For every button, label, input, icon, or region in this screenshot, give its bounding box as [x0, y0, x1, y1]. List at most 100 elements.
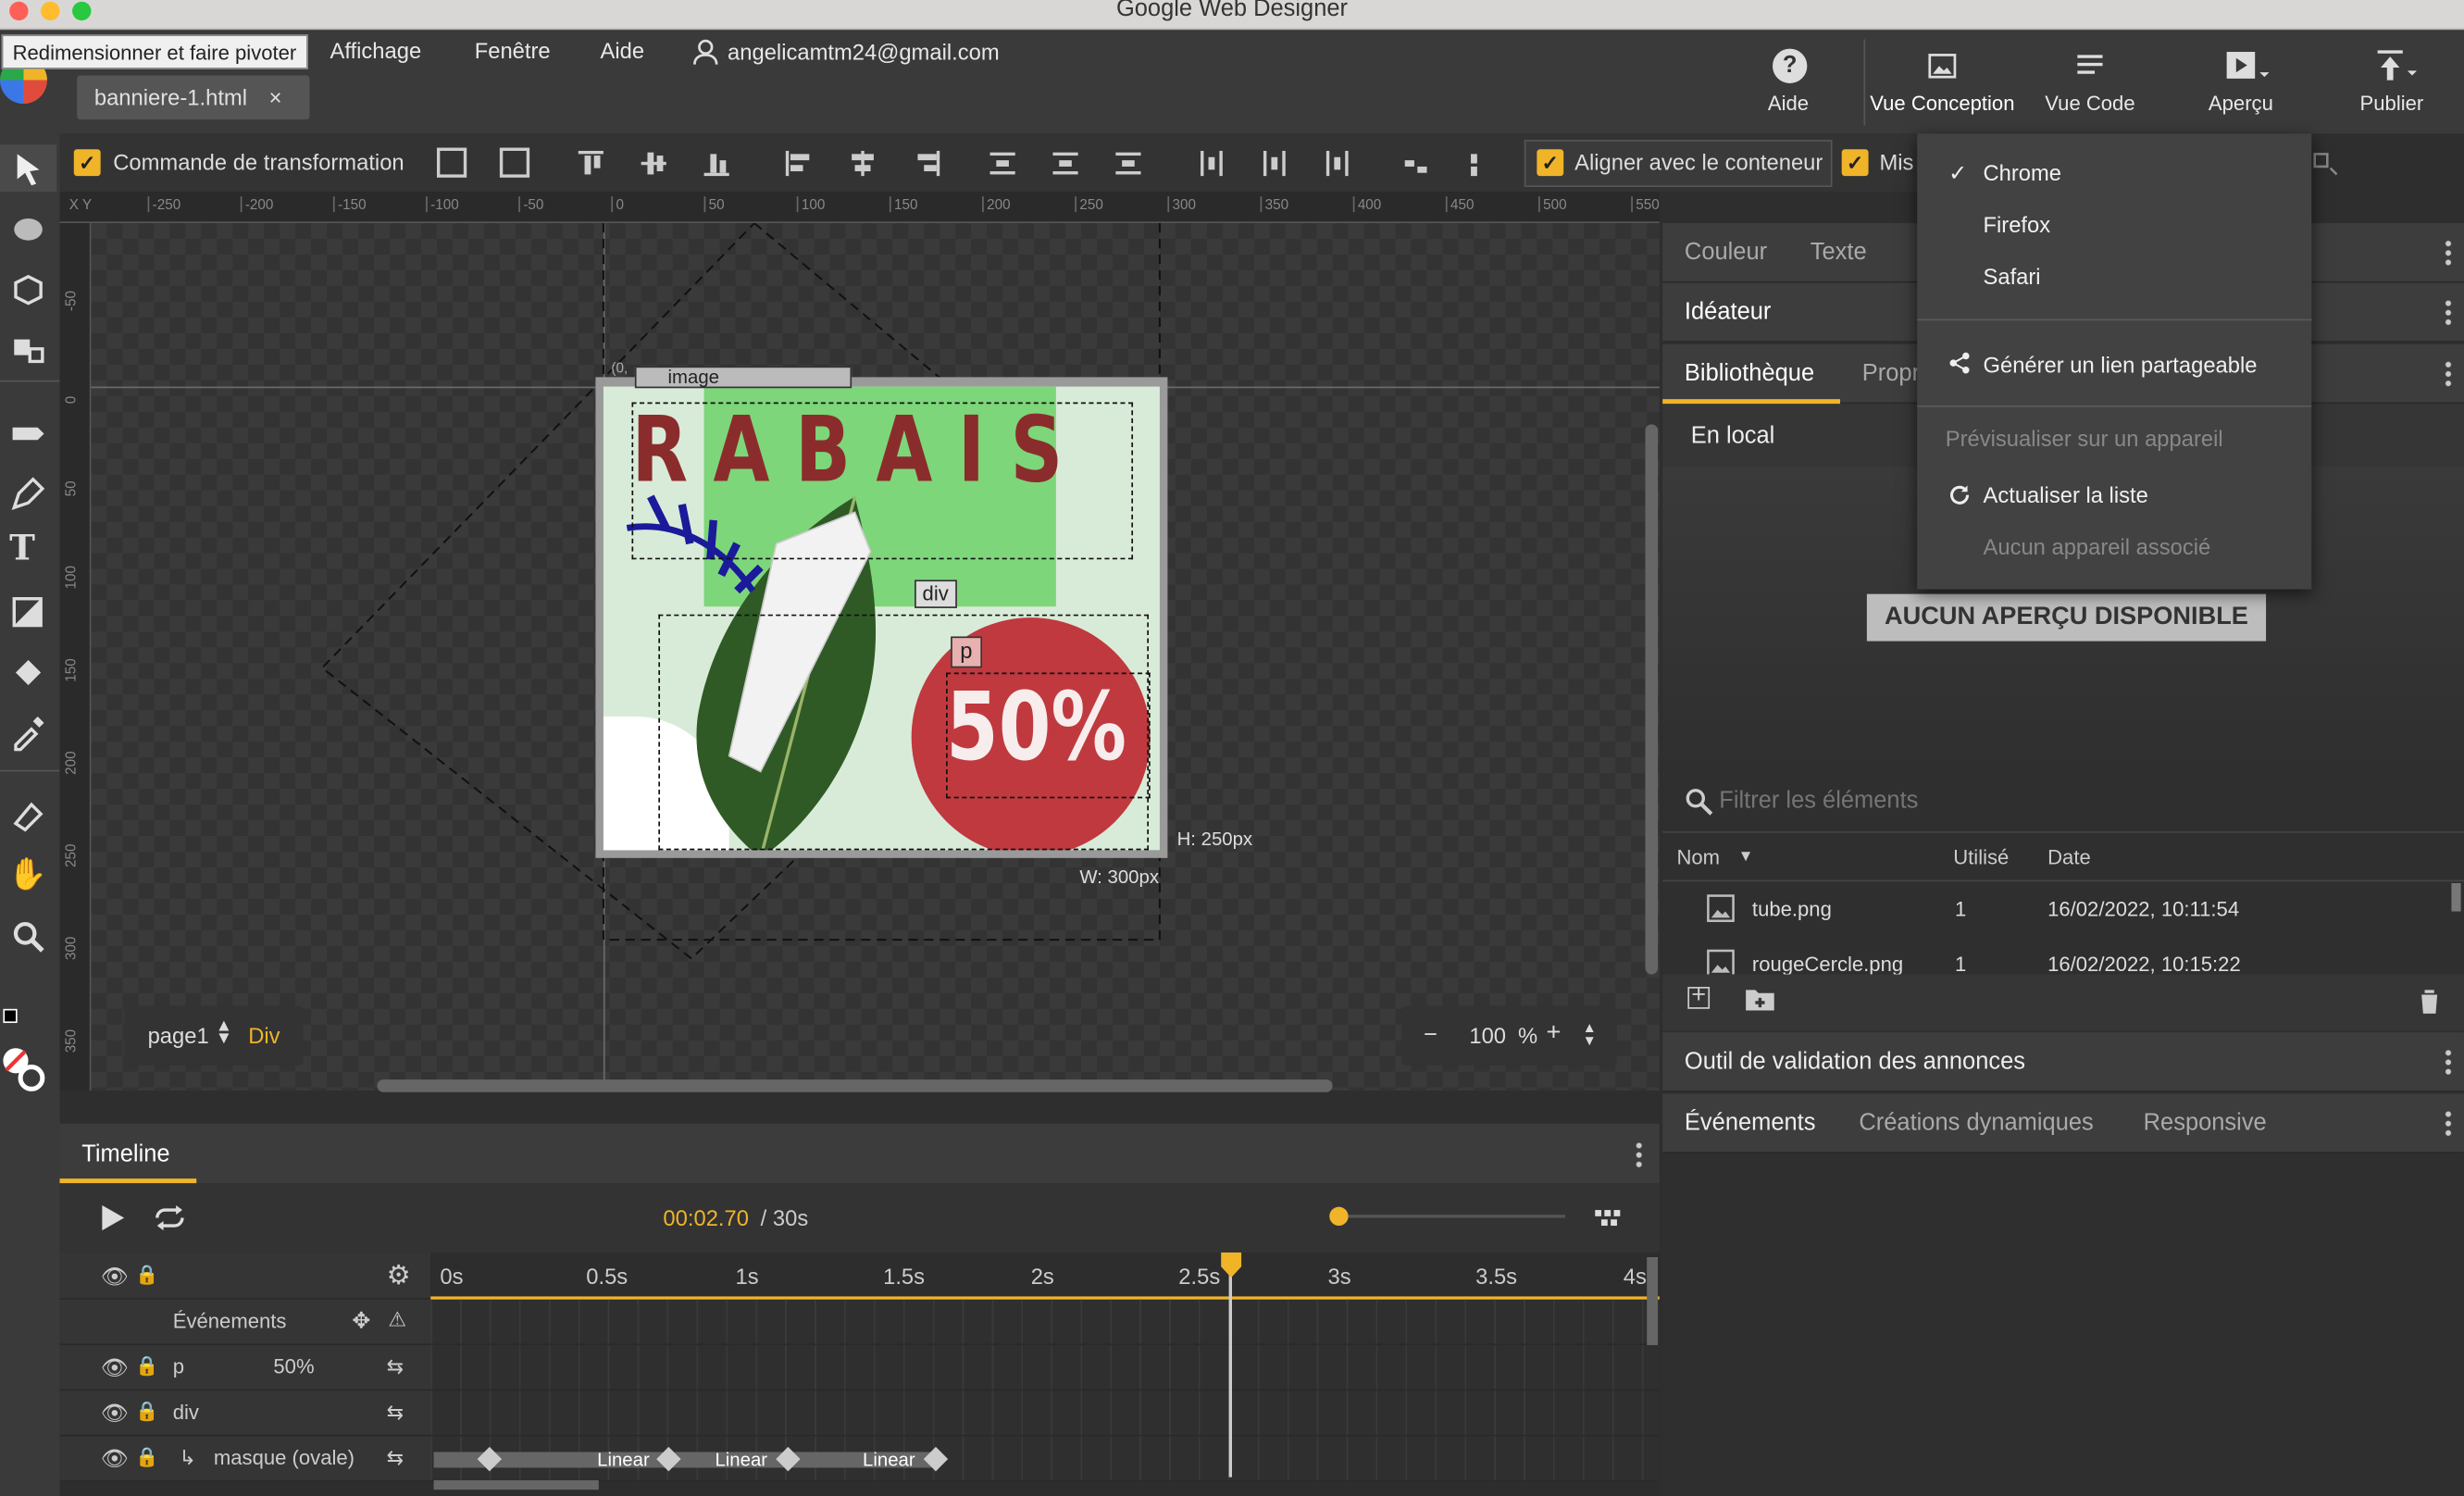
- easing-label[interactable]: Linear: [597, 1449, 650, 1471]
- tag-element-icon[interactable]: [9, 415, 47, 453]
- timeline-track-div[interactable]: [430, 1390, 1660, 1437]
- trash-icon[interactable]: [2417, 987, 2442, 1016]
- add-event-icon[interactable]: ✥: [352, 1307, 370, 1334]
- sort-down-icon[interactable]: ▼: [1738, 849, 1754, 866]
- panel-menu-icon[interactable]: [2445, 239, 2452, 268]
- timeline-zoom-handle[interactable]: [1329, 1206, 1349, 1227]
- panel-menu-icon[interactable]: [2445, 298, 2452, 328]
- page-stepper-icon[interactable]: ▲ ▼: [216, 1017, 232, 1047]
- tab-events[interactable]: Événements: [1685, 1109, 1816, 1136]
- align-container-checkbox[interactable]: ✓: [1537, 149, 1564, 177]
- lock-icon[interactable]: 🔒: [135, 1446, 158, 1468]
- current-time[interactable]: 00:02.70: [663, 1205, 749, 1230]
- animation-span[interactable]: [433, 1452, 937, 1468]
- validator-label[interactable]: Outil de validation des annonces: [1685, 1048, 2025, 1075]
- eyedropper-icon[interactable]: [9, 714, 47, 752]
- easing-label[interactable]: Linear: [715, 1449, 767, 1471]
- zoom-in-button[interactable]: +: [1547, 1020, 1562, 1049]
- page-select-value[interactable]: page1: [148, 1023, 209, 1048]
- timeline-scrollbar-v[interactable]: [1647, 1256, 1659, 1346]
- timeline-menu-icon[interactable]: [1636, 1141, 1643, 1169]
- 3d-rotation-icon[interactable]: [9, 270, 47, 308]
- timeline-view-icon[interactable]: [1595, 1207, 1626, 1229]
- col-date[interactable]: Date: [2047, 845, 2091, 868]
- tab-dynamic-creatives[interactable]: Créations dynamiques: [1859, 1109, 2093, 1136]
- add-asset-icon[interactable]: +: [1687, 983, 1711, 1009]
- div-label[interactable]: div: [915, 580, 957, 608]
- col-used[interactable]: Utilisé: [1953, 845, 2009, 868]
- table-row[interactable]: rougeCercle.png 1 16/02/2022, 10:15:22: [1662, 938, 2451, 975]
- tag-tool-icon[interactable]: [9, 210, 47, 248]
- visibility-eye-icon[interactable]: 👁: [101, 1354, 129, 1381]
- account-email[interactable]: angelicamtm24@gmail.com: [728, 39, 1000, 64]
- panel-menu-icon[interactable]: [2445, 359, 2452, 389]
- color-swatch-icon[interactable]: [3, 1008, 18, 1024]
- timeline-zoom-slider[interactable]: [1338, 1215, 1565, 1218]
- preview-button[interactable]: Aperçu: [2178, 39, 2304, 125]
- loop-icon[interactable]: [151, 1203, 189, 1232]
- shape-tool-icon[interactable]: [9, 594, 47, 632]
- close-tab-icon[interactable]: ×: [269, 85, 282, 110]
- no-fill-stroke-icon[interactable]: [0, 1045, 50, 1095]
- menu-item-safari[interactable]: Safari: [1983, 264, 2040, 289]
- timeline-track-events[interactable]: [430, 1299, 1660, 1346]
- menu-item-share-link[interactable]: Générer un lien partageable: [1983, 352, 2257, 377]
- tab-properties[interactable]: Propr: [1862, 360, 1920, 387]
- duration[interactable]: / 30s: [761, 1205, 809, 1230]
- asset-list-scrollbar[interactable]: [2451, 882, 2461, 912]
- menu-item-firefox[interactable]: Firefox: [1983, 212, 2050, 237]
- tab-color[interactable]: Couleur: [1685, 239, 1767, 266]
- motion-path-icon[interactable]: ⇆: [387, 1446, 404, 1471]
- tab-library[interactable]: Bibliothèque: [1685, 360, 1814, 387]
- fill-bucket-icon[interactable]: [9, 654, 47, 692]
- design-view-button[interactable]: Vue Conception: [1863, 39, 2017, 126]
- menu-help[interactable]: Aide: [601, 38, 645, 63]
- tab-ideator[interactable]: Idéateur: [1685, 299, 1771, 326]
- panel-menu-icon[interactable]: [2445, 1048, 2452, 1077]
- table-row[interactable]: tube.png 1 16/02/2022, 10:11:54: [1662, 883, 2451, 933]
- selection-arrow-icon[interactable]: [9, 151, 47, 189]
- transform-checkbox[interactable]: ✓: [73, 149, 101, 177]
- second-option-checkbox[interactable]: ✓: [1841, 149, 1869, 177]
- play-icon[interactable]: [97, 1203, 126, 1232]
- publish-button[interactable]: Publier: [2329, 39, 2455, 125]
- help-button[interactable]: ? Aide: [1741, 39, 1836, 125]
- code-view-button[interactable]: Vue Code: [2027, 39, 2153, 125]
- timeline-track-p[interactable]: [430, 1345, 1660, 1391]
- hand-tool-icon[interactable]: ✋: [7, 854, 46, 893]
- warning-icon[interactable]: ⚠: [388, 1307, 406, 1332]
- visibility-eye-icon[interactable]: 👁: [101, 1446, 129, 1473]
- motion-path-icon[interactable]: ⇆: [387, 1400, 404, 1425]
- canvas-scrollbar-h[interactable]: [377, 1079, 1333, 1092]
- zoom-out-button[interactable]: −: [1424, 1021, 1437, 1048]
- stage-transform-icon[interactable]: [9, 798, 47, 836]
- zoom-value[interactable]: 100: [1469, 1023, 1506, 1048]
- pen-tool-icon[interactable]: [9, 475, 47, 513]
- menu-item-refresh-list[interactable]: Actualiser la liste: [1983, 482, 2147, 507]
- resize-icon[interactable]: [499, 147, 530, 178]
- menu-view[interactable]: Affichage: [330, 38, 422, 63]
- text-tool-icon[interactable]: T: [9, 528, 35, 568]
- timeline-title[interactable]: Timeline: [81, 1141, 169, 1167]
- visibility-eye-icon[interactable]: 👁: [101, 1264, 129, 1290]
- menu-item-chrome[interactable]: Chrome: [1983, 160, 2061, 185]
- tab-responsive[interactable]: Responsive: [2144, 1109, 2267, 1136]
- playhead-handle[interactable]: [1221, 1252, 1242, 1278]
- menu-window[interactable]: Fenêtre: [475, 38, 551, 63]
- local-label[interactable]: En local: [1691, 423, 1775, 450]
- col-name[interactable]: Nom: [1676, 845, 1720, 868]
- filter-input[interactable]: [1719, 779, 2411, 821]
- timeline-scrollbar-h[interactable]: [433, 1480, 599, 1490]
- bounding-box-icon[interactable]: [436, 147, 467, 178]
- add-folder-icon[interactable]: [1744, 987, 1775, 1012]
- zoom-stepper-icon[interactable]: ▲ ▼: [1583, 1021, 1597, 1048]
- image-label[interactable]: image: [634, 366, 852, 389]
- settings-gear-icon[interactable]: ⚙: [387, 1260, 411, 1291]
- motion-path-icon[interactable]: ⇆: [387, 1354, 404, 1379]
- lock-icon[interactable]: 🔒: [135, 1354, 158, 1377]
- align-distribute-icons[interactable]: [575, 148, 1518, 180]
- easing-label[interactable]: Linear: [863, 1449, 915, 1471]
- document-tab[interactable]: banniere-1.html ×: [77, 75, 310, 120]
- lock-icon[interactable]: 🔒: [135, 1264, 158, 1286]
- lock-icon[interactable]: 🔒: [135, 1400, 158, 1422]
